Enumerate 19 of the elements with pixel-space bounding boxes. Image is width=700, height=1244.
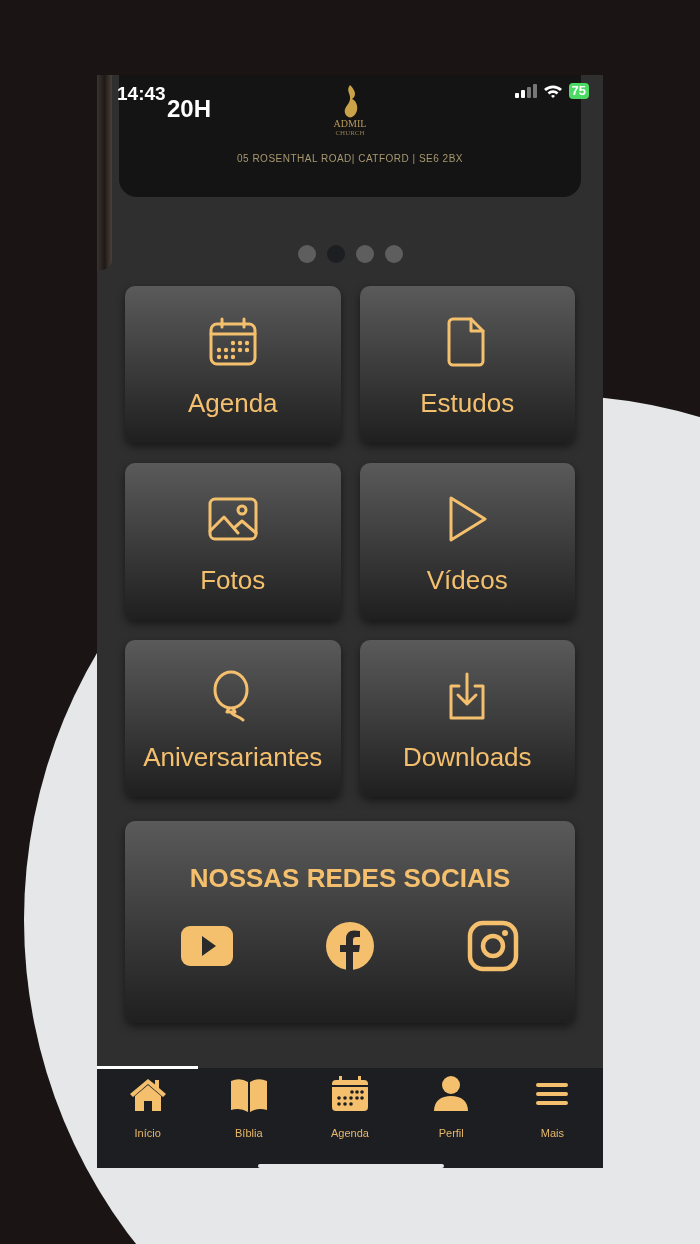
menu-tile[interactable]: Vídeos (359, 463, 575, 620)
tab-item[interactable]: Início (97, 1068, 199, 1168)
address-text: 05 ROSENTHAL ROAD| CATFORD | SE6 2BX (237, 152, 463, 166)
status-time: 14:43 (117, 82, 166, 106)
social-title: NOSSAS REDES SOCIAIS (189, 862, 511, 895)
wifi-icon (542, 83, 563, 99)
menu-tile[interactable]: Aniversariantes (125, 640, 341, 797)
tab-item[interactable]: Bíblia (198, 1068, 300, 1168)
battery-indicator: 75 (568, 83, 589, 99)
menu-tile[interactable]: Downloads (359, 640, 575, 797)
tab-item[interactable]: Perfil (400, 1068, 502, 1168)
calendar-icon (330, 1075, 370, 1113)
event-time: 20H (167, 94, 212, 124)
tab-item[interactable]: Mais (501, 1068, 603, 1168)
menu-tile[interactable]: Fotos (125, 463, 341, 620)
signal-icon (514, 84, 537, 98)
logo-text: ADMIL (333, 119, 367, 129)
menu-tile[interactable]: Agenda (125, 286, 341, 443)
menu-tile[interactable]: Estudos (359, 286, 575, 443)
